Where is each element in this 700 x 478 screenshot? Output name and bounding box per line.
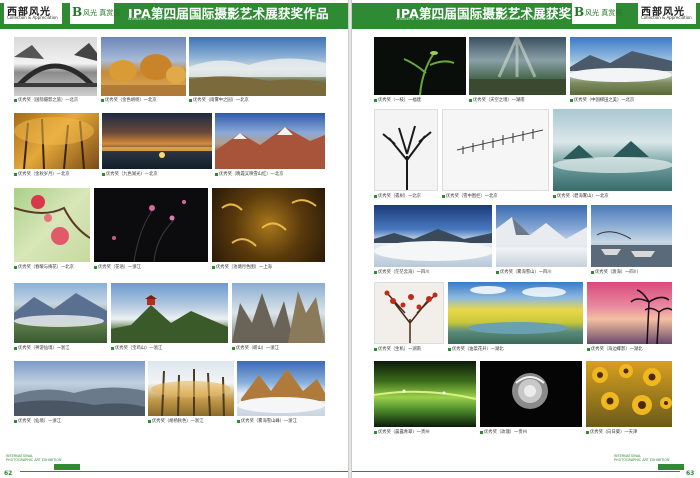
caption-r2: 优秀奖（天空之境）一湖南: [469, 97, 525, 103]
caption-r6: 优秀奖（碧海雾山）一北京: [553, 193, 609, 199]
caption-8: 优秀奖（花语）一浙江: [94, 264, 141, 270]
caption-r15: 优秀奖（向日葵）一天津: [586, 429, 637, 435]
right-page: IPA第四届国际摄影艺术展获奖作品 WINNERS COLLECTION OF …: [352, 0, 700, 478]
tag-letter: B: [72, 5, 83, 19]
brand-subtitle: Collection & Appreciation: [641, 15, 692, 20]
caption-12: 优秀奖（崂山）一浙江: [232, 345, 279, 351]
caption-13: 优秀奖（仙境）一浙江: [14, 418, 61, 424]
caption-5: 优秀奖（九色湖光）一北京: [102, 171, 158, 177]
photo-green-leaves-dew: [374, 361, 476, 427]
left-brand-logo: 西部风光 Collection & Appreciation: [4, 2, 62, 24]
photo-plum-blossoms: [14, 188, 90, 262]
photo-snow-mountain-clouds: [496, 205, 587, 267]
caption-r4: 优秀奖（孤树）一北京: [374, 193, 421, 199]
photo-misty-mountain-village: [14, 283, 107, 343]
photo-golden-poplar-trees: [101, 37, 186, 96]
photo-pond-moonlight: [212, 188, 325, 262]
left-page-number: 62: [4, 470, 13, 477]
caption-r5: 优秀奖（雪中围栏）一北京: [442, 193, 498, 199]
photo-snow-peaks-sea-of-clouds: [237, 361, 325, 416]
caption-r8: 优秀奖（雾海雪山）一四川: [496, 269, 552, 275]
photo-snow-fence: [442, 109, 549, 191]
photo-autumn-poplar-grove: [14, 113, 99, 169]
right-page-subtitle: WINNERS COLLECTION OF 4TH INTERNATIONAL …: [396, 17, 555, 21]
caption-r7: 优秀奖（茫茫云海）一四川: [374, 269, 430, 275]
photo-sunflowers: [586, 361, 672, 427]
photo-misty-valley-panorama: [189, 37, 326, 96]
right-footer-text: INTERNATIONAL PHOTOGRAPHIC ART EXHIBITIO…: [614, 454, 670, 462]
right-section-tag: B 风光 真赏照: [572, 2, 622, 24]
right-footer-bar: [658, 464, 684, 470]
caption-r10: 优秀奖（生机）一湖南: [374, 346, 421, 352]
caption-2: 优秀奖（金色胡杨）一北京: [101, 97, 157, 103]
photo-boats-harbor: [591, 205, 672, 267]
caption-r14: 优秀奖（玫瑰）一贵州: [480, 429, 527, 435]
tag-text: 风光 真赏照: [83, 9, 121, 17]
photo-flowers-dark: [94, 188, 208, 262]
photo-plant-sprout-dark: [374, 37, 466, 95]
photo-snow-mountain-sunset: [215, 113, 325, 169]
caption-7: 优秀奖（春暖与梅花）一北京: [14, 264, 74, 270]
photo-rapeseed-fields-lake: [448, 282, 583, 344]
caption-9: 优秀奖（池塘月色图）一上海: [212, 264, 272, 270]
right-footer-line: [352, 471, 680, 472]
photo-terraced-fields-clouds: [570, 37, 672, 95]
caption-r11: 优秀奖（油菜花开）一湖北: [448, 346, 504, 352]
caption-11: 优秀奖（宝鸡山）一浙江: [111, 345, 162, 351]
tag-letter: B: [574, 5, 585, 19]
photo-lone-tree-silhouette: [374, 109, 438, 191]
caption-r1: 优秀奖（一枝）一福建: [374, 97, 421, 103]
caption-6: 优秀奖（晚霞又映雪山红）一北京: [215, 171, 283, 177]
left-footer-line: [20, 471, 348, 472]
caption-15: 优秀奖（雾海雪山峰）一浙江: [237, 418, 297, 424]
photo-sea-of-clouds-sunlit: [374, 205, 492, 267]
photo-stone-arch-bridge: [14, 37, 97, 96]
caption-1: 优秀奖（国际摄影之旅）一北京: [14, 97, 78, 103]
photo-cliffs-clouds: [232, 283, 325, 343]
caption-3: 优秀奖（雨雾中之园）一北京: [189, 97, 249, 103]
caption-r12: 优秀奖（海边椰影）一湖北: [587, 346, 643, 352]
photo-sun-rays-town: [469, 37, 566, 95]
tag-text: 风光 真赏照: [585, 9, 623, 17]
caption-r13: 优秀奖（晨露青翠）一贵州: [374, 429, 430, 435]
caption-r9: 优秀奖（渡海）一四川: [591, 269, 638, 275]
left-footer-text: INTERNATIONAL PHOTOGRAPHIC ART EXHIBITIO…: [6, 454, 62, 462]
photo-sunset-lake-golden: [102, 113, 212, 169]
photo-mountain-pavilion: [111, 283, 228, 343]
brand-subtitle: Collection & Appreciation: [7, 15, 58, 20]
left-page: 西部风光 Collection & Appreciation B 风光 真赏照 …: [0, 0, 348, 478]
left-section-tag: B 风光 真赏照: [70, 2, 120, 24]
photo-autumn-poplar-row: [148, 361, 234, 416]
caption-14: 优秀奖（胡杨秋色）一浙江: [148, 418, 204, 424]
photo-red-berries-tree: [374, 282, 444, 344]
photo-misty-layered-hills: [14, 361, 145, 416]
photo-palm-trees-sunset: [587, 282, 672, 344]
magazine-spread: 西部风光 Collection & Appreciation B 风光 真赏照 …: [0, 0, 700, 478]
left-page-subtitle: WINNERS COLLECTION OF 4TH INTERNATIONAL …: [128, 17, 287, 21]
caption-r3: 优秀奖（中国梯田之美）一北京: [570, 97, 634, 103]
caption-4: 优秀奖（金秋岁月）一北京: [14, 171, 70, 177]
photo-misty-sea-islands: [553, 109, 672, 191]
right-page-number: 63: [686, 470, 695, 477]
left-footer-bar: [54, 464, 80, 470]
right-brand-logo: 西部风光 Collection & Appreciation: [638, 2, 696, 24]
photo-white-rose: [480, 361, 582, 427]
caption-10: 优秀奖（神游仙境）一浙江: [14, 345, 70, 351]
